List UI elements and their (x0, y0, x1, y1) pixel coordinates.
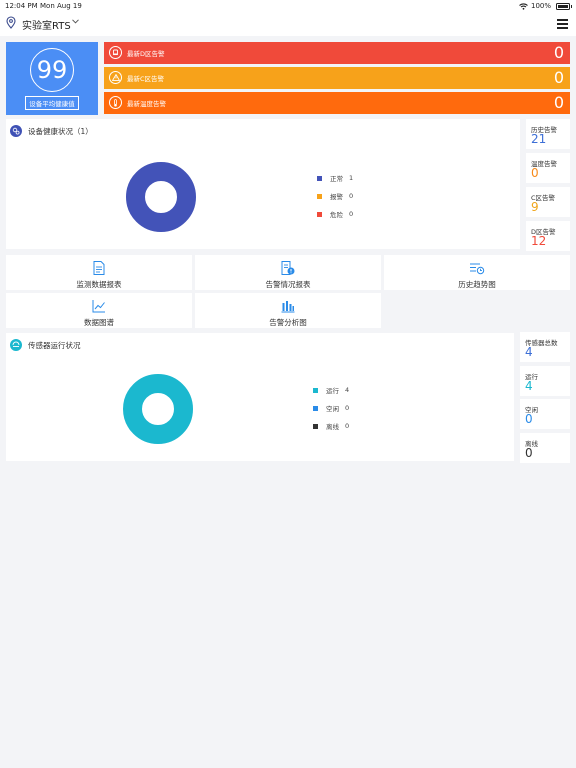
location-pin-icon (6, 16, 16, 29)
alarm-temperature-row[interactable]: 最新温度告警 0 (104, 92, 570, 114)
d-zone-alarm-card[interactable]: D区告警 12 (526, 221, 570, 251)
health-score-label: 设备平均健康值 (25, 96, 79, 110)
wifi-icon (519, 2, 528, 10)
alarm-count: 0 (553, 93, 564, 112)
stat-value: 0 (531, 166, 539, 180)
status-bar: 12:04 PM Mon Aug 19 100% (0, 0, 576, 12)
warning-icon (109, 71, 122, 84)
history-trend-button[interactable]: 历史趋势图 (384, 255, 570, 290)
device-health-legend: 正常 1 报警 0 危险 0 (317, 169, 353, 223)
sensor-offline-card[interactable]: 离线 0 (520, 433, 570, 463)
legend-item: 正常 1 (317, 169, 353, 187)
sensor-running-card[interactable]: 运行 4 (520, 366, 570, 396)
legend-item: 危险 0 (317, 205, 353, 223)
health-score-value: 99 (30, 48, 74, 92)
top-navbar: 实验室RTS (0, 12, 576, 36)
function-label: 告警情况报表 (265, 280, 311, 289)
alarm-label: 最新温度告警 (127, 100, 166, 108)
health-score-card: 99 设备平均健康值 (6, 42, 98, 115)
sensor-status-donut (123, 374, 193, 444)
bell-icon (109, 46, 122, 59)
history-alarm-card[interactable]: 历史告警 21 (526, 119, 570, 149)
alarm-analysis-button[interactable]: 告警分析图 (195, 293, 381, 328)
alarm-count: 0 (553, 43, 564, 62)
status-date: Mon Aug 19 (40, 2, 82, 10)
document-icon (93, 261, 105, 275)
stat-value: 4 (525, 345, 533, 359)
bar-chart-icon (281, 301, 295, 313)
legend-item: 运行 4 (313, 381, 349, 399)
sensor-total-card[interactable]: 传感器总数 4 (520, 332, 570, 362)
sensor-status-title: 传感器运行状况 (28, 340, 81, 350)
sensor-status-panel: 传感器运行状况 运行 4 空闲 0 离线 0 (6, 333, 514, 461)
stat-value: 9 (531, 200, 539, 214)
stat-value: 12 (531, 234, 547, 248)
function-label: 数据图谱 (84, 318, 114, 327)
alarm-report-button[interactable]: 告警情况报表 (195, 255, 381, 290)
function-label: 监测数据报表 (76, 280, 122, 289)
legend-item: 报警 0 (317, 187, 353, 205)
function-label: 告警分析图 (269, 318, 307, 327)
stat-value: 0 (525, 412, 533, 426)
function-label: 历史趋势图 (458, 280, 496, 289)
alarm-count: 0 (553, 68, 564, 87)
line-chart-icon (92, 300, 105, 313)
alert-report-icon (281, 261, 295, 275)
c-zone-alarm-card[interactable]: C区告警 9 (526, 187, 570, 217)
data-chart-button[interactable]: 数据图谱 (6, 293, 192, 328)
device-health-icon (10, 125, 22, 137)
chevron-down-icon[interactable] (72, 19, 79, 24)
legend-item: 空闲 0 (313, 399, 349, 417)
stat-value: 21 (531, 132, 547, 146)
sensor-status-legend: 运行 4 空闲 0 离线 0 (313, 381, 349, 435)
device-health-donut (126, 162, 196, 232)
legend-item: 离线 0 (313, 417, 349, 435)
sensor-idle-card[interactable]: 空闲 0 (520, 399, 570, 429)
site-selector[interactable]: 实验室RTS (22, 17, 71, 32)
monitoring-report-button[interactable]: 监测数据报表 (6, 255, 192, 290)
hamburger-menu-icon[interactable] (557, 19, 568, 29)
status-time: 12:04 PM (5, 2, 38, 10)
alarm-d-zone-row[interactable]: 最新D区告警 0 (104, 42, 570, 64)
stat-value: 0 (525, 446, 533, 460)
alarm-label: 最新C区告警 (127, 75, 165, 83)
alarm-label: 最新D区告警 (127, 50, 165, 58)
alarm-c-zone-row[interactable]: 最新C区告警 0 (104, 67, 570, 89)
battery-percent: 100% (530, 2, 551, 10)
temperature-alarm-card[interactable]: 温度告警 0 (526, 153, 570, 183)
thermometer-icon (109, 96, 122, 109)
device-health-panel: 设备健康状况（1） 正常 1 报警 0 危险 0 (6, 119, 520, 249)
trend-list-icon (470, 263, 485, 275)
stat-value: 4 (525, 379, 533, 393)
battery-icon (556, 2, 572, 10)
device-health-title: 设备健康状况（1） (28, 126, 93, 136)
sensor-status-icon (10, 339, 22, 351)
